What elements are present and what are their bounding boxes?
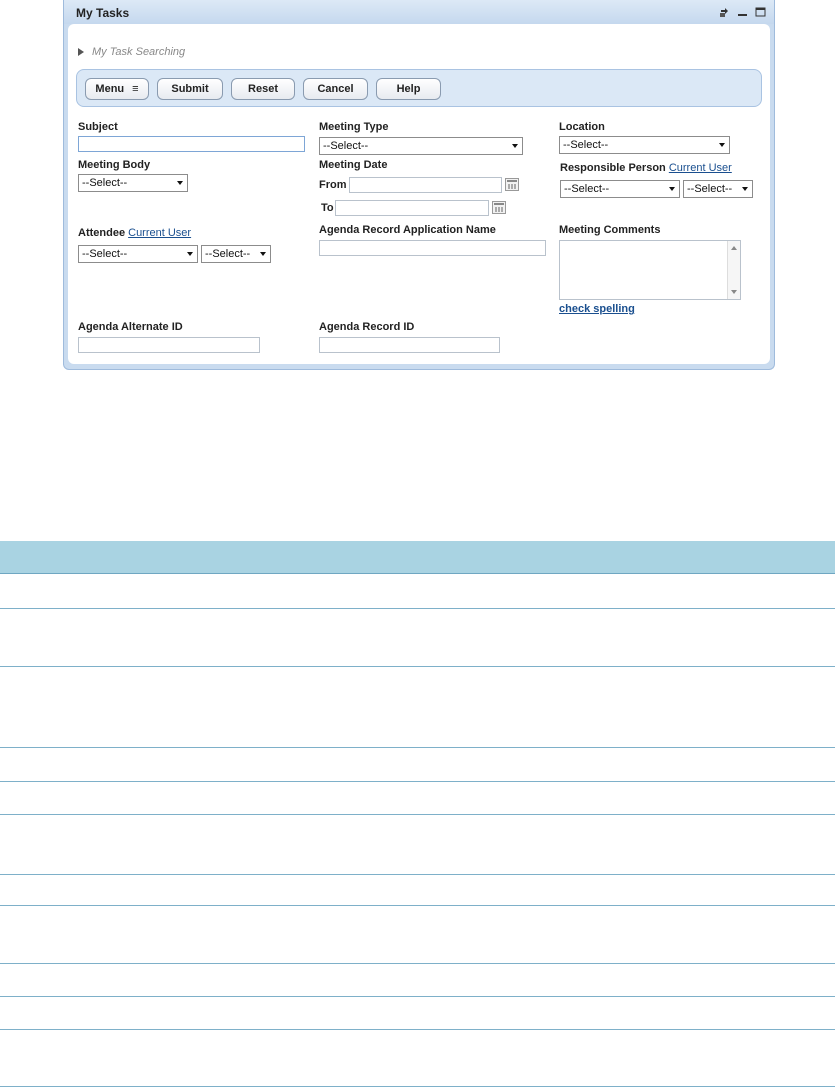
meeting-body-label: Meeting Body: [78, 159, 151, 171]
attendee-select-1[interactable]: --Select--: [78, 245, 198, 263]
table-row-divider: [0, 666, 835, 667]
chevron-down-icon: [512, 144, 518, 148]
meeting-type-selected: --Select--: [323, 140, 369, 152]
chevron-down-icon: [742, 187, 748, 191]
attendee-select-2[interactable]: --Select--: [201, 245, 271, 263]
responsible-person-label-text: Responsible Person: [560, 162, 666, 174]
table-row-divider: [0, 747, 835, 748]
table-row-divider: [0, 781, 835, 782]
portlet-title: My Tasks: [76, 6, 130, 20]
responsible-person-label: Responsible Person Current User: [560, 162, 732, 174]
responsible-current-user-link[interactable]: Current User: [669, 162, 732, 174]
meeting-comments-label: Meeting Comments: [559, 224, 661, 236]
location-select[interactable]: --Select--: [559, 136, 730, 154]
location-label: Location: [559, 121, 605, 133]
portlet-window-controls: [718, 6, 766, 18]
agenda-record-application-name-label: Agenda Record Application Name: [319, 224, 496, 236]
help-button[interactable]: Help: [376, 78, 441, 100]
location-selected: --Select--: [563, 139, 609, 151]
submit-button[interactable]: Submit: [157, 78, 223, 100]
attendee-label-text: Attendee: [78, 227, 126, 239]
refresh-icon[interactable]: [718, 6, 730, 18]
agenda-alternate-id-label: Agenda Alternate ID: [78, 321, 183, 333]
menu-button-label: Menu: [95, 83, 125, 95]
cancel-button[interactable]: Cancel: [303, 78, 368, 100]
table-row-divider: [0, 874, 835, 875]
breadcrumb-label: My Task Searching: [92, 46, 186, 58]
meeting-type-select[interactable]: --Select--: [319, 137, 523, 155]
table-row-divider: [0, 814, 835, 815]
chevron-down-icon: [260, 252, 266, 256]
responsible-select-1-value: --Select--: [564, 183, 610, 195]
reset-button[interactable]: Reset: [231, 78, 295, 100]
subject-label: Subject: [78, 121, 118, 133]
date-from-label: From: [319, 179, 347, 191]
calendar-icon[interactable]: [492, 201, 506, 214]
table-row-divider: [0, 1029, 835, 1030]
responsible-person-select-2[interactable]: --Select--: [683, 180, 753, 198]
table-row-divider: [0, 608, 835, 609]
agenda-alternate-id-input[interactable]: [78, 337, 260, 353]
meeting-body-selected: --Select--: [82, 177, 128, 189]
action-toolbar: Menu ≡ Submit Reset Cancel Help: [76, 69, 762, 107]
date-to-input[interactable]: [335, 200, 489, 216]
portlet-titlebar: My Tasks: [64, 0, 774, 24]
check-spelling-link[interactable]: check spelling: [559, 303, 635, 315]
meeting-comments-textarea[interactable]: [559, 240, 741, 300]
table-row-divider: [0, 905, 835, 906]
table-row-divider: [0, 963, 835, 964]
meeting-type-label: Meeting Type: [319, 121, 389, 133]
meeting-body-select[interactable]: --Select--: [78, 174, 188, 192]
subject-input[interactable]: [78, 136, 305, 152]
attendee-select-1-value: --Select--: [82, 248, 128, 260]
chevron-down-icon: [177, 181, 183, 185]
table-row-divider: [0, 1086, 835, 1087]
expand-arrow-icon[interactable]: [78, 48, 84, 57]
responsible-select-2-value: --Select--: [687, 183, 733, 195]
menu-button[interactable]: Menu ≡: [85, 78, 149, 100]
chevron-down-icon: [719, 143, 725, 147]
hamburger-icon: ≡: [132, 83, 139, 95]
responsible-person-select-1[interactable]: --Select--: [560, 180, 680, 198]
meeting-date-label: Meeting Date: [319, 159, 388, 171]
attendee-label: Attendee Current User: [78, 227, 191, 239]
table-header: [0, 541, 835, 574]
maximize-icon[interactable]: [754, 6, 766, 18]
date-to-label: To: [321, 202, 334, 214]
chevron-down-icon: [187, 252, 193, 256]
date-from-input[interactable]: [349, 177, 502, 193]
portlet-body: My Task Searching Menu ≡ Submit Reset Ca…: [68, 24, 770, 364]
breadcrumb[interactable]: My Task Searching: [78, 46, 185, 58]
textarea-scrollbar[interactable]: [727, 241, 740, 299]
scroll-down-icon[interactable]: [731, 290, 737, 294]
attendee-select-2-value: --Select--: [205, 248, 251, 260]
chevron-down-icon: [669, 187, 675, 191]
minimize-icon[interactable]: [736, 6, 748, 18]
attendee-current-user-link[interactable]: Current User: [128, 227, 191, 239]
calendar-icon[interactable]: [505, 178, 519, 191]
my-tasks-portlet: My Tasks My Task Searching Menu ≡ Submit…: [63, 0, 775, 370]
agenda-record-application-name-input[interactable]: [319, 240, 546, 256]
table-row-divider: [0, 996, 835, 997]
agenda-record-id-label: Agenda Record ID: [319, 321, 415, 333]
agenda-record-id-input[interactable]: [319, 337, 500, 353]
scroll-up-icon[interactable]: [731, 246, 737, 250]
